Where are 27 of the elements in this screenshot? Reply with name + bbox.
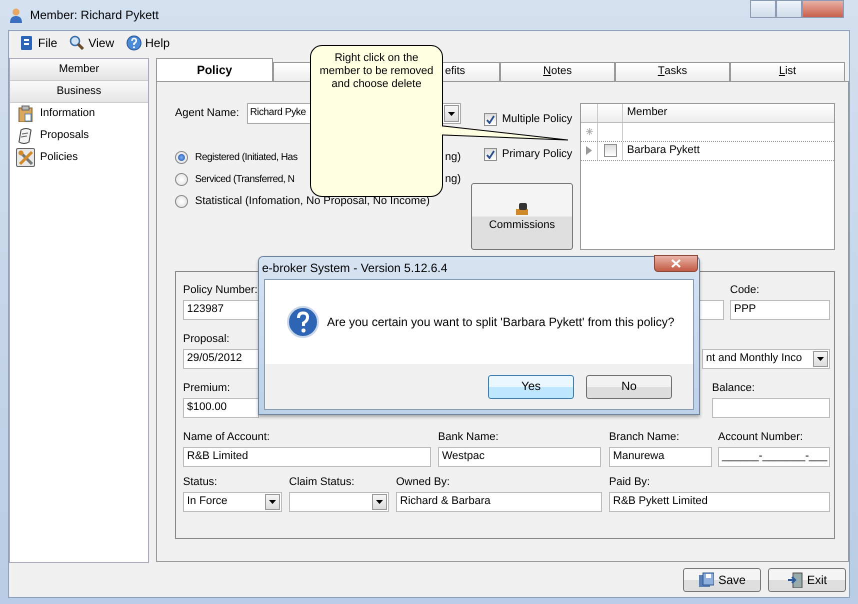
field-label: Branch Name: [609, 430, 680, 445]
field-label: Paid By: [609, 476, 651, 490]
table-cell-text: Barbara Pykett [626, 143, 701, 158]
field-label: Premium: [183, 382, 232, 396]
field-label: Code: [730, 284, 760, 298]
radio-label: ng) [445, 173, 461, 187]
field-label: Proposal: [183, 332, 230, 347]
field-label: Bank Name: [438, 430, 500, 445]
callout-tooltip: Right click on the member to be removed and choose delete [310, 45, 443, 197]
field-label: Name of Account: [183, 430, 271, 445]
field-label: Status: [183, 476, 218, 490]
field-label: Account Number: [718, 430, 804, 445]
field-label: Policy Number: [183, 284, 259, 298]
dialog-message: Are you certain you want to split 'Barbara Pykett' from this policy? [327, 314, 674, 330]
radio-label: Statistical (Infomation, No Proposal, No Income) [195, 195, 430, 209]
column-header: Member [626, 105, 668, 120]
radio-label: ng) [445, 151, 461, 165]
checkbox-label: Primary Policy [502, 148, 572, 162]
checkbox-label: Multiple Policy [502, 113, 572, 127]
radio-label: Registered (Initiated, Has [195, 152, 298, 164]
field-label: Agent Name: [175, 106, 240, 120]
radio-label: Serviced (Transferred, N [195, 174, 296, 186]
field-label: Owned By: [396, 476, 451, 490]
dialog-title: e-broker System - Version 5.12.6.4 [262, 260, 448, 276]
field-label: Claim Status: [289, 476, 356, 490]
field-label: Balance: [712, 382, 756, 396]
window-title: Member: Richard Pykett [30, 8, 159, 22]
